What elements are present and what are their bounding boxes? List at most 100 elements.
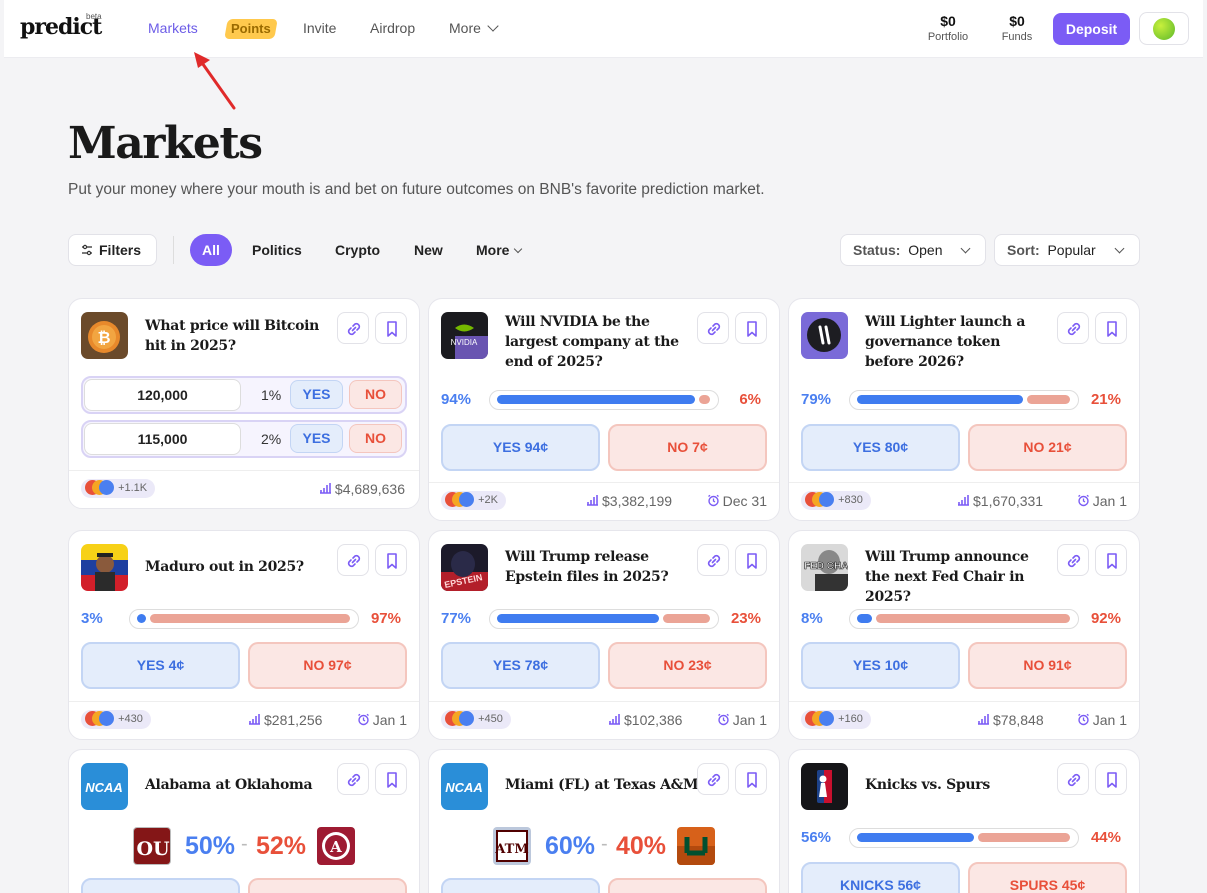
- pick-left-button[interactable]: [441, 878, 600, 893]
- share-link-button[interactable]: [1057, 763, 1089, 795]
- volume: $78,848: [977, 712, 1044, 728]
- market-card[interactable]: Knicks vs. Spurs 56% 44% KNICKS 56¢ SPUR…: [788, 749, 1140, 893]
- score-separator: -: [241, 833, 248, 855]
- bookmark-button[interactable]: [1095, 312, 1127, 344]
- status-select[interactable]: Status: Open: [840, 234, 986, 266]
- link-icon: [1067, 773, 1081, 787]
- buy-no-button[interactable]: NO 7¢: [608, 424, 767, 471]
- outcome-row[interactable]: 115,000 2% YES NO: [81, 420, 407, 458]
- bookmark-button[interactable]: [735, 312, 767, 344]
- account-button[interactable]: [1139, 12, 1189, 45]
- share-link-button[interactable]: [1057, 312, 1089, 344]
- pick-right-button[interactable]: [248, 878, 407, 893]
- yes-percent: 77%: [441, 610, 472, 627]
- no-button[interactable]: NO: [349, 424, 402, 453]
- outcome-label: 115,000: [84, 423, 241, 455]
- annotation-arrow-icon: [194, 52, 236, 110]
- sort-select[interactable]: Sort: Popular: [994, 234, 1140, 266]
- share-link-button[interactable]: [697, 312, 729, 344]
- deposit-button[interactable]: Deposit: [1053, 13, 1130, 45]
- nav-markets[interactable]: Markets: [148, 20, 198, 36]
- market-card[interactable]: FED CHAIR Will Trump announce the next F…: [788, 530, 1140, 740]
- market-title[interactable]: Miami (FL) at Texas A&M: [505, 775, 705, 795]
- portfolio-balance[interactable]: $0 Portfolio: [922, 13, 974, 43]
- buy-yes-button[interactable]: YES 78¢: [441, 642, 600, 689]
- filters-button[interactable]: Filters: [68, 234, 157, 266]
- nav-points[interactable]: Points: [224, 19, 278, 39]
- market-title[interactable]: Maduro out in 2025?: [145, 557, 330, 577]
- no-button[interactable]: NO: [349, 380, 402, 409]
- yes-bar-fill: [857, 614, 872, 623]
- tab-more[interactable]: More: [476, 234, 523, 266]
- tab-crypto[interactable]: Crypto: [335, 234, 380, 266]
- buy-knicks-button[interactable]: KNICKS 56¢: [801, 862, 960, 893]
- svg-text:A: A: [329, 838, 342, 856]
- market-title[interactable]: Will Trump announce the next Fed Chair i…: [865, 547, 1050, 607]
- svg-text:ATM: ATM: [494, 842, 528, 857]
- logo[interactable]: predict beta: [20, 12, 102, 40]
- tab-politics[interactable]: Politics: [252, 234, 302, 266]
- market-title[interactable]: Knicks vs. Spurs: [865, 775, 1065, 795]
- nav-airdrop[interactable]: Airdrop: [370, 20, 415, 36]
- share-link-button[interactable]: [337, 763, 369, 795]
- buy-yes-button[interactable]: YES 10¢: [801, 642, 960, 689]
- market-title[interactable]: Alabama at Oklahoma: [145, 775, 345, 795]
- yes-button[interactable]: YES: [290, 380, 343, 409]
- market-title[interactable]: What price will Bitcoin hit in 2025?: [145, 316, 330, 356]
- bookmark-button[interactable]: [735, 544, 767, 576]
- buy-no-button[interactable]: NO 91¢: [968, 642, 1127, 689]
- no-percent: 21%: [1090, 391, 1121, 408]
- market-card[interactable]: NCAA Alabama at Oklahoma OU 50% - 52% A: [68, 749, 420, 893]
- bookmark-button[interactable]: [1095, 544, 1127, 576]
- market-title[interactable]: Will NVIDIA be the largest company at th…: [505, 312, 690, 372]
- buy-yes-button[interactable]: YES 4¢: [81, 642, 240, 689]
- buy-yes-button[interactable]: YES 80¢: [801, 424, 960, 471]
- nav-more[interactable]: More: [449, 20, 499, 36]
- funds-balance[interactable]: $0 Funds: [994, 13, 1040, 43]
- link-icon: [707, 322, 721, 336]
- bookmark-button[interactable]: [1095, 763, 1127, 795]
- bookmark-button[interactable]: [735, 763, 767, 795]
- pick-left-button[interactable]: [81, 878, 240, 893]
- link-icon: [1067, 554, 1081, 568]
- outcome-row[interactable]: 120,000 1% YES NO: [81, 376, 407, 414]
- buy-no-button[interactable]: NO 97¢: [248, 642, 407, 689]
- share-link-button[interactable]: [1057, 544, 1089, 576]
- link-icon: [347, 773, 361, 787]
- market-card[interactable]: Will Lighter launch a governance token b…: [788, 298, 1140, 521]
- market-title[interactable]: Will Lighter launch a governance token b…: [865, 312, 1050, 372]
- share-link-button[interactable]: [697, 763, 729, 795]
- outcome-percent: 2%: [261, 431, 282, 447]
- svg-text:NCAA: NCAA: [85, 780, 123, 795]
- nav-invite[interactable]: Invite: [303, 20, 336, 36]
- market-card[interactable]: NCAA Miami (FL) at Texas A&M ATM 60% - 4…: [428, 749, 780, 893]
- bookmark-icon: [747, 553, 757, 569]
- svg-text:FED CHAIR: FED CHAIR: [804, 561, 848, 572]
- yes-button[interactable]: YES: [290, 424, 343, 453]
- share-link-button[interactable]: [697, 544, 729, 576]
- alarm-clock-icon: [1077, 494, 1089, 506]
- share-link-button[interactable]: [337, 312, 369, 344]
- buy-yes-button[interactable]: YES 94¢: [441, 424, 600, 471]
- pick-right-button[interactable]: [608, 878, 767, 893]
- tab-all[interactable]: All: [190, 234, 232, 266]
- bookmark-button[interactable]: [375, 544, 407, 576]
- market-title[interactable]: Will Trump release Epstein files in 2025…: [505, 547, 690, 587]
- market-card[interactable]: Maduro out in 2025? 3% 97% YES 4¢ NO 97¢…: [68, 530, 420, 740]
- yes-percent: 94%: [441, 391, 472, 408]
- volume: $3,382,199: [586, 493, 672, 509]
- card-footer: +160 $78,848 Jan 1: [789, 701, 1139, 739]
- tab-new[interactable]: New: [414, 234, 443, 266]
- buy-no-button[interactable]: NO 23¢: [608, 642, 767, 689]
- buy-spurs-button[interactable]: SPURS 45¢: [968, 862, 1127, 893]
- market-card[interactable]: EPSTEIN Will Trump release Epstein files…: [428, 530, 780, 740]
- bookmark-button[interactable]: [375, 763, 407, 795]
- bar-chart-icon: [978, 714, 989, 726]
- bookmark-button[interactable]: [375, 312, 407, 344]
- share-link-button[interactable]: [337, 544, 369, 576]
- miami-logo: [677, 827, 715, 865]
- market-card[interactable]: NVIDIA Will NVIDIA be the largest compan…: [428, 298, 780, 521]
- buy-no-button[interactable]: NO 21¢: [968, 424, 1127, 471]
- market-card[interactable]: ₿ What price will Bitcoin hit in 2025? 1…: [68, 298, 420, 509]
- traders-badge: +2K: [441, 491, 506, 510]
